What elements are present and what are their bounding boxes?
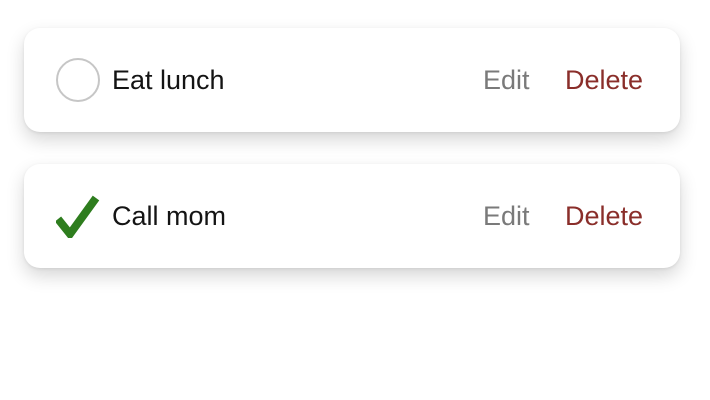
todo-label: Eat lunch bbox=[112, 65, 225, 95]
todo-item: Eat lunch Edit Delete bbox=[24, 28, 680, 132]
checkmark-icon bbox=[56, 195, 100, 238]
todo-list: Eat lunch Edit Delete Call mom Edit Dele… bbox=[0, 0, 710, 400]
delete-button[interactable]: Delete bbox=[565, 164, 643, 268]
edit-button[interactable]: Edit bbox=[483, 164, 530, 268]
circle-icon bbox=[56, 58, 100, 102]
todo-toggle[interactable] bbox=[56, 58, 100, 102]
edit-button[interactable]: Edit bbox=[483, 28, 530, 132]
todo-toggle[interactable] bbox=[56, 194, 100, 238]
todo-label: Call mom bbox=[112, 201, 227, 231]
delete-button[interactable]: Delete bbox=[565, 28, 643, 132]
todo-item: Call mom Edit Delete bbox=[24, 164, 680, 268]
